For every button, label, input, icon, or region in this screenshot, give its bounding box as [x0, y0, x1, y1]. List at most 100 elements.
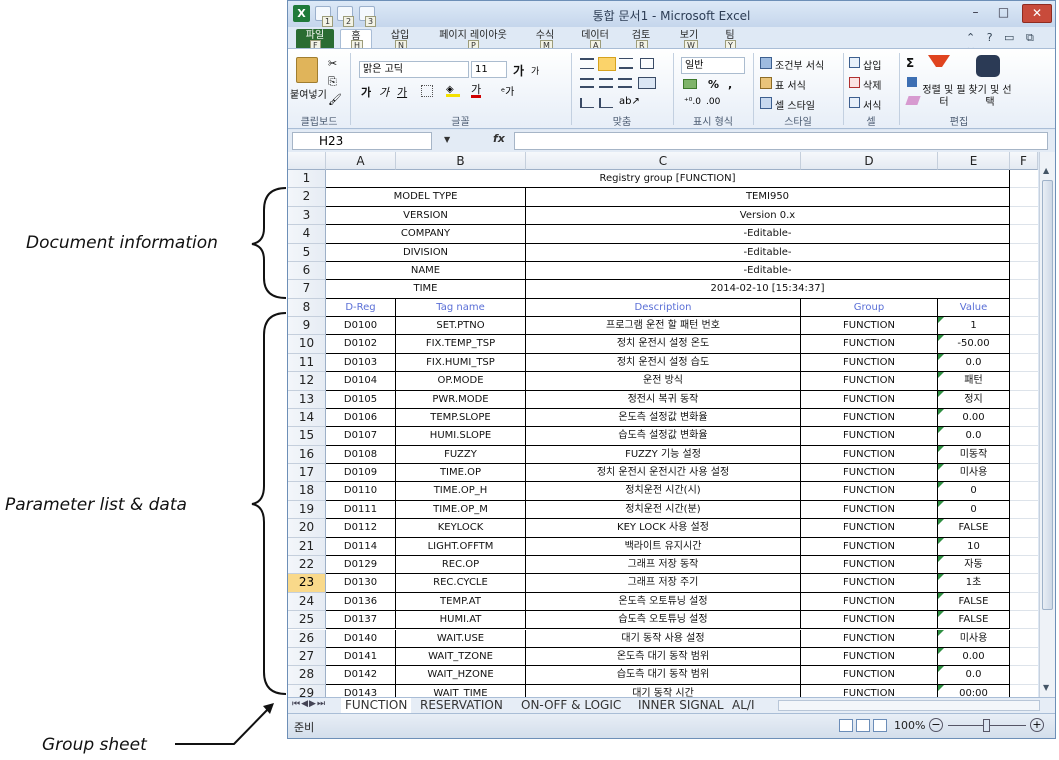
row-header[interactable]: 9 [288, 317, 326, 336]
row-header[interactable]: 7 [288, 280, 326, 299]
decrease-decimal-icon[interactable]: .00 [706, 97, 720, 107]
table-cell[interactable]: 0.0 [938, 427, 1010, 446]
table-cell[interactable]: WAIT_TZONE [396, 647, 526, 667]
table-cell[interactable]: D0137 [326, 611, 396, 630]
vertical-scrollbar[interactable]: ▲ ▼ [1039, 152, 1055, 697]
merge-center-icon[interactable] [638, 77, 656, 89]
scroll-down-icon[interactable]: ▼ [1043, 683, 1049, 692]
table-cell[interactable]: 프로그램 운전 할 패턴 번호 [526, 317, 801, 336]
table-cell[interactable]: FUNCTION [801, 482, 938, 501]
autosum-icon[interactable]: Σ [906, 56, 914, 70]
paste-icon[interactable] [296, 57, 318, 83]
empty-cell[interactable] [1010, 464, 1038, 483]
table-cell[interactable]: HUMI.SLOPE [396, 427, 526, 446]
comma-button[interactable]: , [728, 78, 732, 91]
table-cell[interactable]: 1초 [938, 574, 1010, 593]
worksheet-grid[interactable]: A B C D E F 1 2 3 4 5 6 7 8 9 10 11 12 13 14 15 16 17 18 1… [288, 152, 1038, 697]
table-cell[interactable]: 미사용 [938, 629, 1010, 648]
row-header[interactable]: 22 [288, 555, 326, 575]
fill-color-icon[interactable]: ◈ [446, 85, 460, 97]
table-cell[interactable]: 0.0 [938, 666, 1010, 685]
align-right-icon[interactable] [618, 78, 632, 88]
table-cell[interactable]: -50.00 [938, 335, 1010, 354]
table-cell[interactable]: D0114 [326, 537, 396, 556]
conditional-format-icon[interactable] [760, 57, 772, 69]
table-cell[interactable]: 0 [938, 482, 1010, 501]
insert-function-icon[interactable]: fx [493, 132, 505, 145]
table-cell[interactable]: HUMI.AT [396, 611, 526, 630]
table-cell[interactable]: FUNCTION [801, 629, 938, 648]
table-cell[interactable]: D0102 [326, 335, 396, 354]
row-header[interactable]: 25 [288, 611, 326, 630]
info-value[interactable]: -Editable- [526, 243, 1010, 262]
empty-cell[interactable] [1010, 354, 1038, 373]
underline-button[interactable]: 가 [397, 84, 407, 100]
table-cell[interactable]: FUZZY [396, 445, 526, 465]
table-format-button[interactable]: 표 서식 [775, 77, 806, 92]
table-format-icon[interactable] [760, 77, 772, 89]
table-cell[interactable]: FUNCTION [801, 427, 938, 446]
info-value[interactable]: 2014-02-10 [15:34:37] [526, 280, 1010, 299]
table-cell[interactable]: D0106 [326, 408, 396, 428]
orientation-icon[interactable]: ab↗ [619, 96, 640, 107]
info-value[interactable]: -Editable- [526, 261, 1010, 281]
table-cell[interactable]: 0.00 [938, 408, 1010, 428]
empty-cell[interactable] [1010, 446, 1038, 465]
column-header-a[interactable]: A [326, 152, 396, 170]
empty-cell[interactable] [1010, 299, 1038, 318]
row-header[interactable]: 16 [288, 445, 326, 465]
align-middle-icon[interactable] [598, 57, 616, 71]
table-cell[interactable]: 정치 운전시 운전시간 사용 설정 [526, 464, 801, 483]
info-label[interactable]: TIME [326, 280, 526, 299]
scroll-up-icon[interactable]: ▲ [1043, 166, 1049, 175]
table-cell[interactable]: 정치운전 시간(분) [526, 500, 801, 520]
zoom-slider-thumb[interactable] [983, 719, 990, 732]
font-size-select[interactable]: 11 [471, 61, 507, 78]
table-cell[interactable]: D0111 [326, 500, 396, 520]
font-name-select[interactable]: 맑은 고딕 [359, 61, 469, 78]
row-header[interactable]: 12 [288, 372, 326, 391]
table-cell[interactable]: KEYLOCK [396, 519, 526, 538]
empty-cell[interactable] [1010, 685, 1038, 697]
table-cell[interactable]: 정지 [938, 390, 1010, 409]
table-cell[interactable]: FIX.TEMP_TSP [396, 335, 526, 354]
empty-cell[interactable] [1010, 519, 1038, 538]
table-cell[interactable]: 정치운전 시간(시) [526, 482, 801, 501]
table-cell[interactable]: 정치 운전시 설정 습도 [526, 353, 801, 373]
sheet-title[interactable]: Registry group [FUNCTION] [326, 170, 1010, 189]
table-cell[interactable]: 정전시 복귀 동작 [526, 390, 801, 409]
table-cell[interactable]: WAIT_HZONE [396, 666, 526, 685]
table-cell[interactable]: FUNCTION [801, 390, 938, 409]
page-layout-view-icon[interactable] [856, 719, 870, 732]
info-value[interactable]: -Editable- [526, 225, 1010, 244]
table-cell[interactable]: PWR.MODE [396, 390, 526, 409]
table-cell[interactable]: REC.OP [396, 555, 526, 575]
name-box[interactable]: H23 [292, 132, 432, 150]
table-cell[interactable]: 운전 방식 [526, 372, 801, 391]
empty-cell[interactable] [1010, 280, 1038, 299]
sort-filter-icon[interactable] [928, 55, 950, 83]
number-format-select[interactable]: 일반 [681, 57, 745, 74]
table-cell[interactable]: FUNCTION [801, 684, 938, 697]
insert-cells-icon[interactable] [849, 57, 860, 68]
zoom-out-icon[interactable]: − [929, 718, 943, 732]
row-header[interactable]: 29 [288, 684, 326, 697]
table-cell[interactable]: 1 [938, 317, 1010, 336]
empty-cell[interactable] [1010, 611, 1038, 630]
info-label[interactable]: VERSION [326, 206, 526, 226]
delete-cells-icon[interactable] [849, 77, 860, 88]
column-header-f[interactable]: F [1010, 152, 1038, 170]
shrink-font-button[interactable]: 가 [531, 64, 539, 77]
table-cell[interactable]: 자동 [938, 555, 1010, 575]
table-cell[interactable]: FALSE [938, 611, 1010, 630]
row-header[interactable]: 17 [288, 464, 326, 483]
zoom-in-icon[interactable]: + [1030, 718, 1044, 732]
format-cells-icon[interactable] [849, 97, 860, 108]
border-icon[interactable] [421, 85, 433, 97]
align-center-icon[interactable] [599, 78, 613, 88]
table-cell[interactable]: TIME.OP_M [396, 500, 526, 520]
column-title[interactable]: Value [938, 298, 1010, 318]
table-cell[interactable]: 습도측 대기 동작 범위 [526, 666, 801, 685]
sort-filter-button[interactable]: 정렬 및 필터 [920, 85, 968, 109]
fill-icon[interactable] [907, 77, 917, 87]
